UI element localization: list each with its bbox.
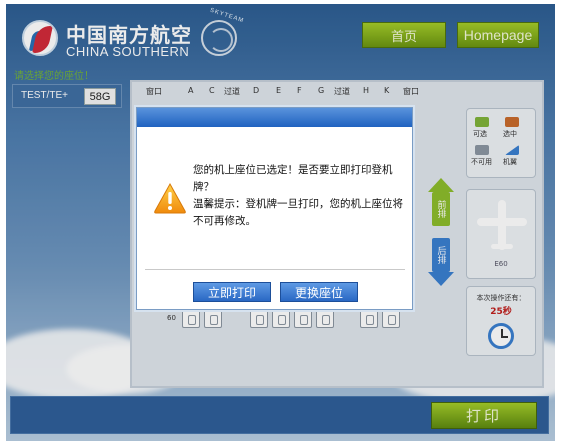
print-now-button[interactable]: 立即打印	[193, 282, 271, 302]
change-seat-button[interactable]: 更换座位	[280, 282, 358, 302]
dialog-message-line: 温馨提示：登机牌一旦打印，您的机上座位将不可再修改。	[193, 198, 403, 227]
kiosk-screen: 中国南方航空 CHINA SOUTHERN SKYTEAM 首页 Homepag…	[6, 4, 555, 441]
dialog-divider	[145, 269, 405, 270]
dialog-message: 您的机上座位已选定！是否要立即打印登机牌？ 温馨提示：登机牌一旦打印，您的机上座…	[193, 162, 403, 230]
warning-icon	[154, 182, 186, 214]
dialog-titlebar	[137, 108, 412, 127]
seat-confirm-dialog: 您的机上座位已选定！是否要立即打印登机牌？ 温馨提示：登机牌一旦打印，您的机上座…	[136, 107, 413, 310]
dialog-message-line: 您的机上座位已选定！是否要立即打印登机牌？	[193, 164, 393, 193]
